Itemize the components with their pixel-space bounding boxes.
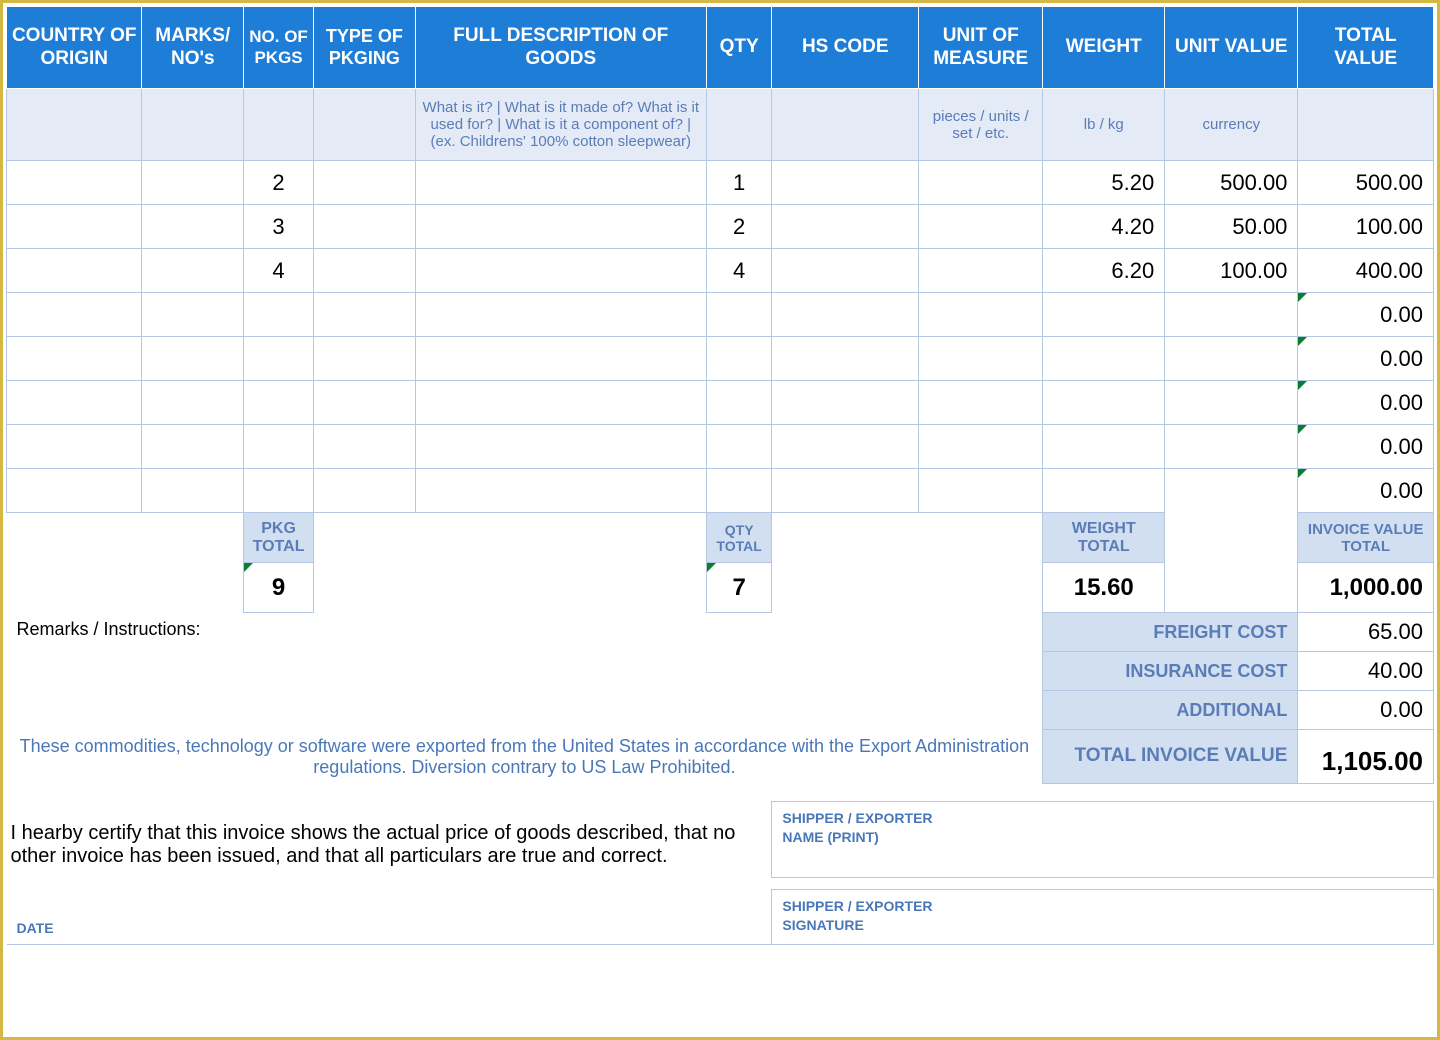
shipper-name-box[interactable]: SHIPPER / EXPORTER NAME (PRINT): [772, 802, 1434, 878]
table-row[interactable]: 0.00: [7, 337, 1434, 381]
col-country: COUNTRY OF ORIGIN: [7, 7, 142, 89]
col-hs: HS CODE: [772, 7, 919, 89]
hint-uom: pieces / units / set / etc.: [919, 89, 1043, 161]
weight-total-label: WEIGHT TOTAL: [1043, 513, 1165, 563]
table-row[interactable]: 0.00: [7, 293, 1434, 337]
col-tvalue: TOTAL VALUE: [1298, 7, 1434, 89]
invoice-table: COUNTRY OF ORIGIN MARKS/ NO's NO. OF PKG…: [6, 6, 1434, 945]
hint-weight: lb / kg: [1043, 89, 1165, 161]
invoice-value-total: 1,000.00: [1298, 563, 1434, 613]
freight-label: FREIGHT COST: [1043, 613, 1298, 652]
table-row[interactable]: 0.00: [7, 425, 1434, 469]
col-qty: QTY: [706, 7, 771, 89]
remarks-label[interactable]: Remarks / Instructions:: [7, 613, 1043, 730]
insurance-value[interactable]: 40.00: [1298, 652, 1434, 691]
hint-uvalue: currency: [1165, 89, 1298, 161]
date-label[interactable]: DATE: [7, 890, 772, 945]
export-note: These commodities, technology or softwar…: [7, 730, 1043, 784]
shipper-signature-box[interactable]: SHIPPER / EXPORTER SIGNATURE: [772, 890, 1434, 945]
header-row: COUNTRY OF ORIGIN MARKS/ NO's NO. OF PKG…: [7, 7, 1434, 89]
table-row[interactable]: 4 4 6.20 100.00 400.00: [7, 249, 1434, 293]
table-row[interactable]: 0.00: [7, 381, 1434, 425]
table-row[interactable]: 3 2 4.20 50.00 100.00: [7, 205, 1434, 249]
qty-total-label: QTY TOTAL: [706, 513, 771, 563]
certification-text: I hearby certify that this invoice shows…: [7, 802, 772, 878]
qty-total: 7: [706, 563, 771, 613]
freight-value[interactable]: 65.00: [1298, 613, 1434, 652]
col-uom: UNIT OF MEASURE: [919, 7, 1043, 89]
col-pkgs: NO. OF PKGS: [244, 7, 314, 89]
col-pkging: TYPE OF PKGING: [314, 7, 416, 89]
pkg-total: 9: [244, 563, 314, 613]
hint-row: What is it? | What is it made of? What i…: [7, 89, 1434, 161]
col-uvalue: UNIT VALUE: [1165, 7, 1298, 89]
additional-label: ADDITIONAL: [1043, 691, 1298, 730]
table-row[interactable]: 2 1 5.20 500.00 500.00: [7, 161, 1434, 205]
hint-desc: What is it? | What is it made of? What i…: [415, 89, 706, 161]
col-marks: MARKS/ NO's: [142, 7, 244, 89]
pkg-total-label: PKG TOTAL: [244, 513, 314, 563]
weight-total: 15.60: [1043, 563, 1165, 613]
total-invoice-label: TOTAL INVOICE VALUE: [1043, 730, 1298, 784]
invoice-total-label: INVOICE VALUE TOTAL: [1298, 513, 1434, 563]
total-invoice-value: 1,105.00: [1298, 730, 1434, 784]
additional-value[interactable]: 0.00: [1298, 691, 1434, 730]
col-desc: FULL DESCRIPTION OF GOODS: [415, 7, 706, 89]
table-row[interactable]: 0.00: [7, 469, 1434, 513]
insurance-label: INSURANCE COST: [1043, 652, 1298, 691]
col-weight: WEIGHT: [1043, 7, 1165, 89]
